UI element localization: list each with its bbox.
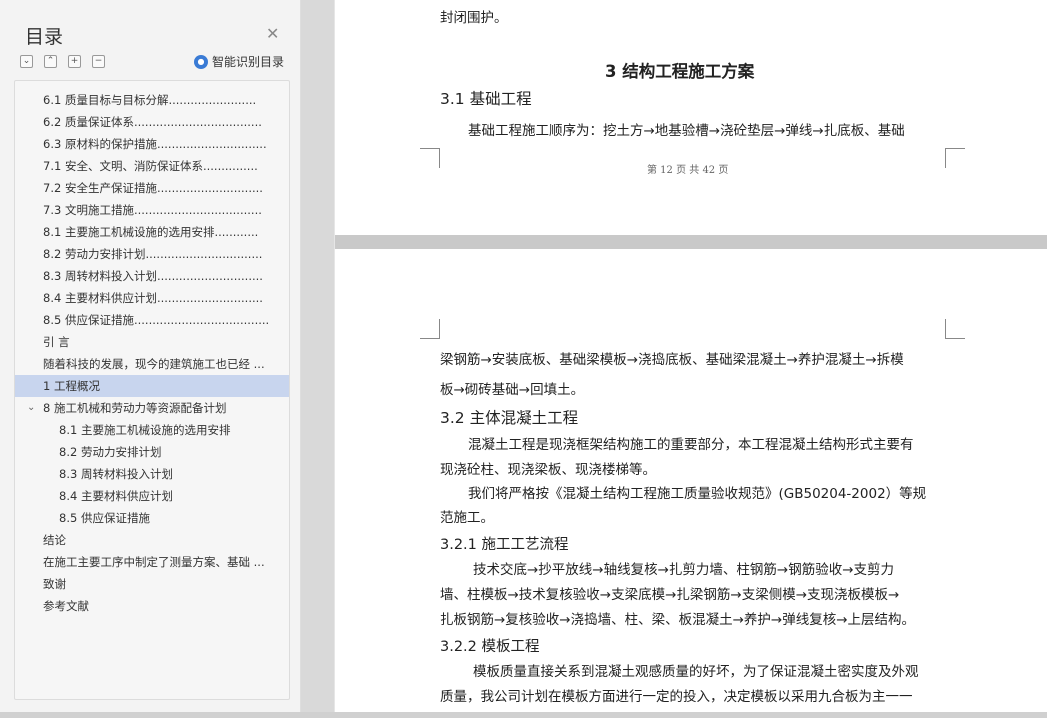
- toc-item-label: 8.1 主要施工机械设施的选用安排............: [43, 225, 259, 239]
- heading-3: 3.2.2 模板工程: [440, 639, 540, 655]
- toc-item-label: 致谢: [43, 577, 66, 591]
- toc-toolbar: ⌄ ⌃ + −: [20, 55, 105, 68]
- toc-item-label: 8.3 周转材料投入计划: [59, 467, 173, 481]
- toc-item-label: 6.3 原材料的保护措施............................…: [43, 137, 267, 151]
- heading-2: 3.1 基础工程: [440, 90, 532, 108]
- toc-item-label: 7.1 安全、文明、消防保证体系...............: [43, 159, 258, 173]
- toc-item-label: 8 施工机械和劳动力等资源配备计划: [43, 401, 227, 415]
- toc-item-label: 8.4 主要材料供应计划: [59, 489, 173, 503]
- expand-all-icon[interactable]: ⌃: [44, 55, 57, 68]
- page-footer: 第 12 页 共 42 页: [647, 165, 729, 176]
- toc-item-label: 引 言: [43, 335, 70, 349]
- toc-item[interactable]: 8.4 主要材料供应计划............................…: [15, 287, 289, 309]
- toc-item[interactable]: 7.3 文明施工措施..............................…: [15, 199, 289, 221]
- page-corner-mark: [945, 148, 965, 168]
- toc-subitem[interactable]: 8.4 主要材料供应计划: [15, 485, 289, 507]
- paragraph-line: 板→砌砖基础→回填土。: [440, 382, 585, 398]
- heading-2: 3.2 主体混凝土工程: [440, 409, 579, 427]
- toc-item[interactable]: 参考文献: [15, 595, 289, 617]
- toc-item-label: 在施工主要工序中制定了测量方案、基础 ...: [43, 555, 265, 569]
- toc-item-label: 参考文献: [43, 599, 89, 613]
- chevron-down-icon[interactable]: ⌄: [27, 397, 35, 419]
- document-view[interactable]: 封闭围护。 3 结构工程施工方案 3.1 基础工程 基础工程施工顺序为：挖土方→…: [301, 0, 1047, 718]
- toc-subitem[interactable]: 8.3 周转材料投入计划: [15, 463, 289, 485]
- toc-item-label: 7.2 安全生产保证措施............................…: [43, 181, 263, 195]
- toc-item[interactable]: 8.3 周转材料投入计划............................…: [15, 265, 289, 287]
- paragraph-line: 扎板钢筋→复核验收→浇捣墙、柱、梁、板混凝土→养护→弹线复核→上层结构。: [440, 612, 916, 628]
- toc-item-label: 8.1 主要施工机械设施的选用安排: [59, 423, 231, 437]
- sidebar-title: 目录: [25, 26, 64, 48]
- toc-item[interactable]: 7.1 安全、文明、消防保证体系...............: [15, 155, 289, 177]
- close-icon[interactable]: ✕: [266, 24, 279, 43]
- toc-subitem[interactable]: 8.5 供应保证措施: [15, 507, 289, 529]
- toc-item-label: 8.4 主要材料供应计划............................…: [43, 291, 263, 305]
- toc-item[interactable]: 在施工主要工序中制定了测量方案、基础 ...: [15, 551, 289, 573]
- toc-item-label: 8.5 供应保证措施: [59, 511, 150, 525]
- paragraph-line: 质量，我公司计划在模板方面进行一定的投入，决定模板以采用九合板为主一一: [440, 689, 913, 705]
- toc-item[interactable]: 随着科技的发展，现今的建筑施工也已经 ...: [15, 353, 289, 375]
- page-corner-mark: [945, 319, 965, 339]
- paragraph-line: 我们将严格按《混凝土结构工程施工质量验收规范》(GB50204-2002）等规: [468, 486, 927, 502]
- toc-item-label: 8.3 周转材料投入计划............................…: [43, 269, 263, 283]
- toc-item-label: 1 工程概况: [43, 379, 100, 393]
- page-12: 封闭围护。 3 结构工程施工方案 3.1 基础工程 基础工程施工顺序为：挖土方→…: [335, 0, 1047, 235]
- toc-item-label: 6.1 质量目标与目标分解........................: [43, 93, 257, 107]
- toc-item-label: 7.3 文明施工措施..............................…: [43, 203, 262, 217]
- page-13: 梁钢筋→安装底板、基础梁模板→浇捣底板、基础梁混凝土→养护混凝土→拆模 板→砌砖…: [335, 249, 1047, 718]
- demote-level-icon[interactable]: −: [92, 55, 105, 68]
- paragraph-line: 范施工。: [440, 510, 494, 526]
- toc-item-expandable[interactable]: ⌄ 8 施工机械和劳动力等资源配备计划: [15, 397, 289, 419]
- toc-subitem[interactable]: 8.1 主要施工机械设施的选用安排: [15, 419, 289, 441]
- paragraph-line: 墙、柱模板→技术复核验收→支梁底模→扎梁钢筋→支梁侧模→支现浇板模板→: [440, 587, 900, 603]
- page-corner-mark: [420, 148, 440, 168]
- heading-1: 3 结构工程施工方案: [605, 62, 755, 81]
- toc-item-selected[interactable]: 1 工程概况: [15, 375, 289, 397]
- toc-item-label: 8.5 供应保证措施..............................…: [43, 313, 270, 327]
- toc-item[interactable]: 引 言: [15, 331, 289, 353]
- paragraph-line: 现浇砼柱、现浇梁板、现浇楼梯等。: [440, 462, 656, 478]
- promote-level-icon[interactable]: +: [68, 55, 81, 68]
- smart-toc-icon: ●: [194, 54, 208, 69]
- horizontal-scrollbar[interactable]: [0, 712, 1047, 718]
- toc-item-label: 8.2 劳动力安排计划.............................…: [43, 247, 263, 261]
- paragraph-line: 封闭围护。: [440, 10, 508, 26]
- toc-list: 6.1 质量目标与目标分解........................ 6.…: [14, 80, 290, 700]
- toc-item-label: 6.2 质量保证体系..............................…: [43, 115, 262, 129]
- paragraph-line: 梁钢筋→安装底板、基础梁模板→浇捣底板、基础梁混凝土→养护混凝土→拆模: [440, 352, 904, 368]
- smart-toc-label: 智能识别目录: [212, 55, 285, 69]
- toc-item[interactable]: 8.2 劳动力安排计划.............................…: [15, 243, 289, 265]
- paragraph-line: 技术交底→抄平放线→轴线复核→扎剪力墙、柱钢筋→钢筋验收→支剪力: [473, 562, 895, 578]
- toc-item[interactable]: 结论: [15, 529, 289, 551]
- page-gutter: [301, 0, 334, 718]
- page-separator: [335, 235, 1047, 249]
- toc-item[interactable]: 6.3 原材料的保护措施............................…: [15, 133, 289, 155]
- toc-item[interactable]: 6.1 质量目标与目标分解........................: [15, 89, 289, 111]
- toc-item[interactable]: 7.2 安全生产保证措施............................…: [15, 177, 289, 199]
- page-corner-mark: [420, 319, 440, 339]
- toc-item-label: 8.2 劳动力安排计划: [59, 445, 162, 459]
- toc-item[interactable]: 致谢: [15, 573, 289, 595]
- toc-item-label: 随着科技的发展，现今的建筑施工也已经 ...: [43, 357, 265, 371]
- paragraph-line: 混凝土工程是现浇框架结构施工的重要部分，本工程混凝土结构形式主要有: [468, 437, 914, 453]
- collapse-all-icon[interactable]: ⌄: [20, 55, 33, 68]
- toc-item[interactable]: 8.1 主要施工机械设施的选用安排............: [15, 221, 289, 243]
- toc-sidebar: 目录 ✕ ⌄ ⌃ + − ● 智能识别目录 6.1 质量目标与目标分解.....…: [0, 0, 301, 718]
- toc-subitem[interactable]: 8.2 劳动力安排计划: [15, 441, 289, 463]
- paragraph-line: 模板质量直接关系到混凝土观感质量的好坏，为了保证混凝土密实度及外观: [473, 664, 919, 680]
- toc-item[interactable]: 8.5 供应保证措施..............................…: [15, 309, 289, 331]
- toc-item-label: 结论: [43, 533, 66, 547]
- paragraph-line: 基础工程施工顺序为：挖土方→地基验槽→浇砼垫层→弹线→扎底板、基础: [468, 123, 905, 139]
- toc-item[interactable]: 6.2 质量保证体系..............................…: [15, 111, 289, 133]
- smart-toc-button[interactable]: ● 智能识别目录: [194, 53, 284, 70]
- heading-3: 3.2.1 施工工艺流程: [440, 537, 569, 553]
